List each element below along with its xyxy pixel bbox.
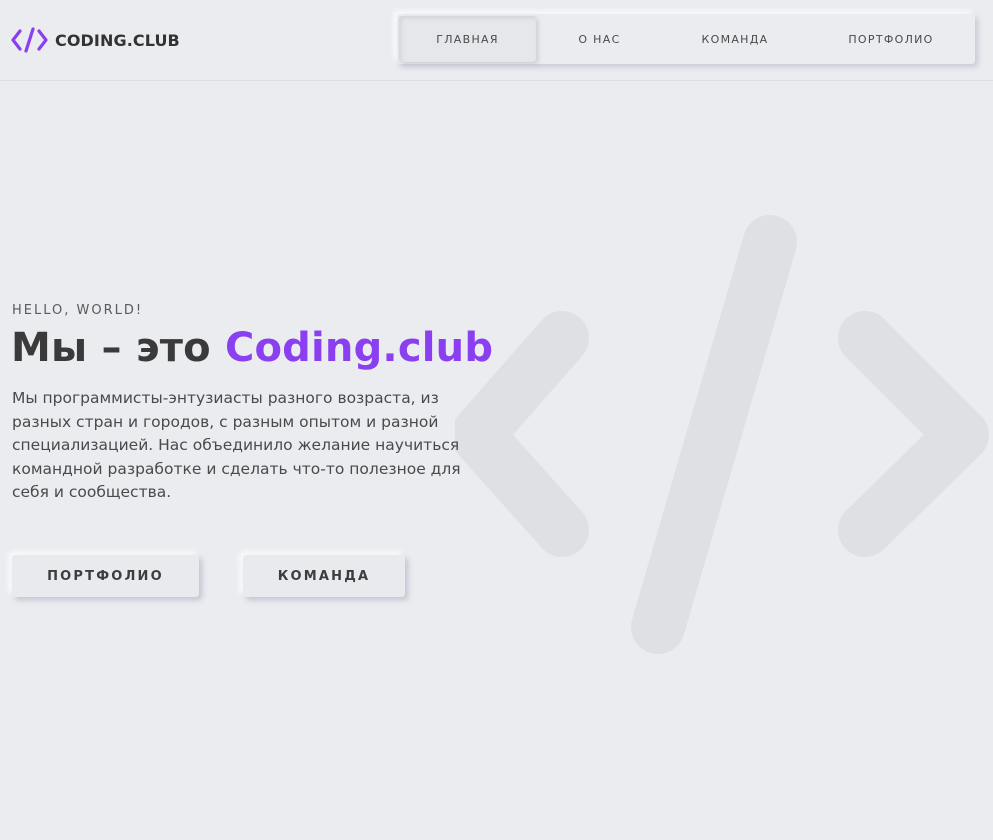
site-header: CODING.CLUB ГЛАВНАЯ О НАС КОМАНДА ПОРТФО… [0, 0, 993, 81]
nav-item-portfolio[interactable]: ПОРТФОЛИО [807, 14, 975, 64]
page: CODING.CLUB ГЛАВНАЯ О НАС КОМАНДА ПОРТФО… [0, 0, 993, 840]
headline-prefix: Мы – это [11, 325, 225, 371]
code-brackets-icon [450, 205, 993, 665]
main-nav: ГЛАВНАЯ О НАС КОМАНДА ПОРТФОЛИО [397, 14, 975, 64]
nav-item-home[interactable]: ГЛАВНАЯ [399, 16, 536, 62]
brand-name: CODING.CLUB [55, 30, 180, 50]
hero-headline: Мы – это Coding.club [11, 325, 493, 371]
nav-item-about[interactable]: О НАС [536, 14, 663, 64]
code-brackets-icon [11, 26, 48, 54]
hero-description: Мы программисты-энтузиасты разного возра… [12, 389, 461, 501]
hero-eyebrow: HELLO, WORLD! [12, 303, 144, 318]
portfolio-button[interactable]: ПОРТФОЛИО [12, 555, 199, 597]
nav-item-team[interactable]: КОМАНДА [663, 14, 807, 64]
headline-accent: Coding.club [224, 325, 494, 371]
logo[interactable]: CODING.CLUB [11, 26, 180, 54]
team-button[interactable]: КОМАНДА [243, 555, 405, 597]
